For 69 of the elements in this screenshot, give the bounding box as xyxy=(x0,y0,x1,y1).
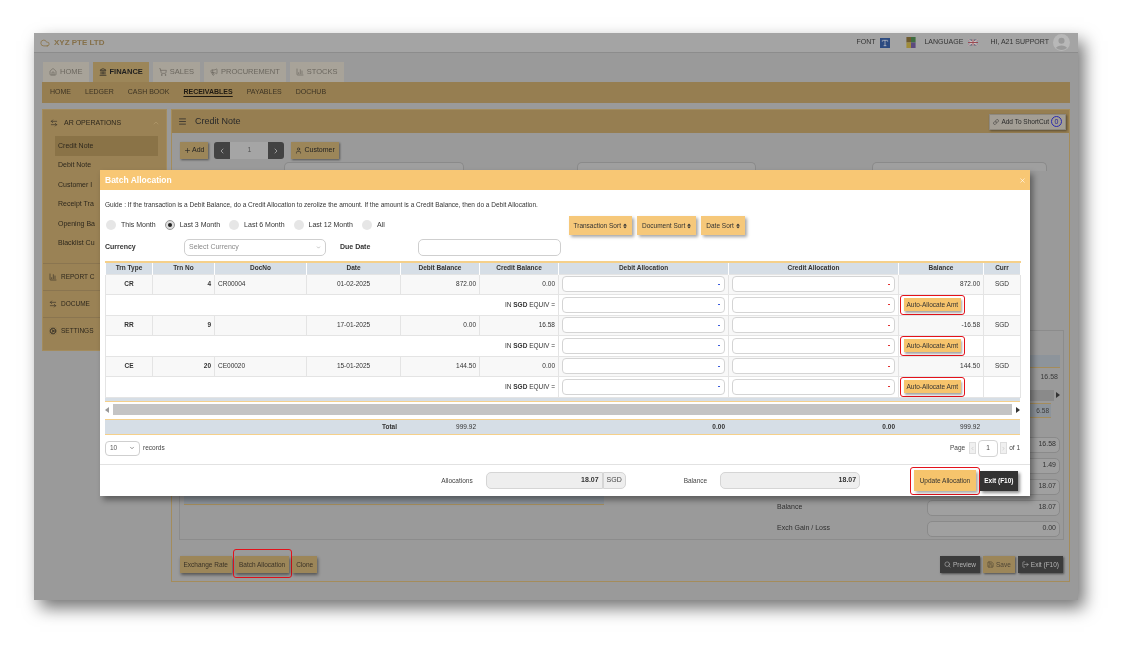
credit-allocation-field[interactable] xyxy=(732,296,895,313)
dash-icon xyxy=(888,324,890,326)
dash-icon xyxy=(718,283,720,285)
settings-icon xyxy=(49,327,57,335)
next-button[interactable] xyxy=(268,142,285,159)
floppy-disk-icon xyxy=(987,561,994,568)
credit-allocation-field[interactable] xyxy=(732,317,895,333)
dash-icon xyxy=(718,386,720,387)
radio-button[interactable] xyxy=(164,220,175,230)
credit-allocation-field[interactable] xyxy=(732,378,895,395)
home-icon xyxy=(49,68,57,76)
search-icon xyxy=(943,561,951,568)
dash-icon xyxy=(718,324,720,326)
chevron-right-icon xyxy=(1001,445,1007,451)
dash-icon xyxy=(718,345,720,346)
radio-button[interactable] xyxy=(361,220,372,230)
arrows-icon xyxy=(49,300,57,308)
cart-icon xyxy=(158,68,167,76)
megaphone-icon xyxy=(210,68,219,76)
company-name: XYZ PTE LTD xyxy=(54,36,105,49)
dash-icon xyxy=(718,304,720,305)
arrows-icon xyxy=(50,119,58,127)
dash-icon xyxy=(888,304,890,305)
page-title: Credit Note xyxy=(195,114,241,128)
avatar-icon[interactable] xyxy=(1053,34,1070,51)
debit-allocation-field[interactable] xyxy=(562,317,725,333)
chevron-down-icon xyxy=(129,445,135,451)
flag-icon[interactable] xyxy=(968,39,979,46)
credit-allocation-field[interactable] xyxy=(732,276,895,292)
credit-allocation-field[interactable] xyxy=(732,358,895,374)
debit-allocation-field[interactable] xyxy=(562,296,725,313)
dialog-title: Batch Allocation xyxy=(105,173,172,187)
next-page-button[interactable] xyxy=(1000,442,1008,454)
left-arrow-icon[interactable] xyxy=(105,406,109,413)
credit-allocation-field[interactable] xyxy=(732,337,895,354)
caret-icon xyxy=(316,245,321,250)
dash-icon xyxy=(888,386,890,387)
dash-icon xyxy=(888,345,890,346)
previous-button[interactable] xyxy=(214,142,231,159)
debit-allocation-field[interactable] xyxy=(562,276,725,292)
due-date-field[interactable] xyxy=(418,239,561,256)
sort-icon xyxy=(622,222,627,229)
link-icon xyxy=(993,118,1000,125)
radio-button[interactable] xyxy=(293,220,304,230)
debit-allocation-field[interactable] xyxy=(562,337,725,354)
person-icon xyxy=(295,147,303,154)
debit-allocation-field[interactable] xyxy=(562,358,725,374)
right-arrow-icon[interactable] xyxy=(1016,406,1020,413)
radio-button[interactable] xyxy=(106,220,116,230)
sign-out-icon xyxy=(1021,561,1029,568)
cloud-icon xyxy=(40,37,50,48)
chevron-left-icon xyxy=(970,445,976,451)
debit-allocation-field[interactable] xyxy=(562,378,725,395)
bank-icon xyxy=(98,68,107,76)
bar-chart-icon xyxy=(295,68,304,76)
radio-button[interactable] xyxy=(229,220,240,230)
plus-icon xyxy=(184,147,191,154)
scrollbar-thumb[interactable] xyxy=(113,404,1012,415)
text-icon[interactable] xyxy=(880,37,891,48)
bar-chart-icon xyxy=(49,273,57,281)
previous-page-button[interactable] xyxy=(969,442,977,454)
dash-icon xyxy=(888,283,890,285)
close-icon[interactable] xyxy=(1019,176,1026,184)
menu-icon[interactable] xyxy=(178,117,187,126)
dash-icon xyxy=(718,365,720,367)
sort-icon xyxy=(735,222,740,229)
sort-icon xyxy=(687,222,692,229)
dash-icon xyxy=(888,365,890,367)
color-grid-icon[interactable] xyxy=(906,37,917,48)
